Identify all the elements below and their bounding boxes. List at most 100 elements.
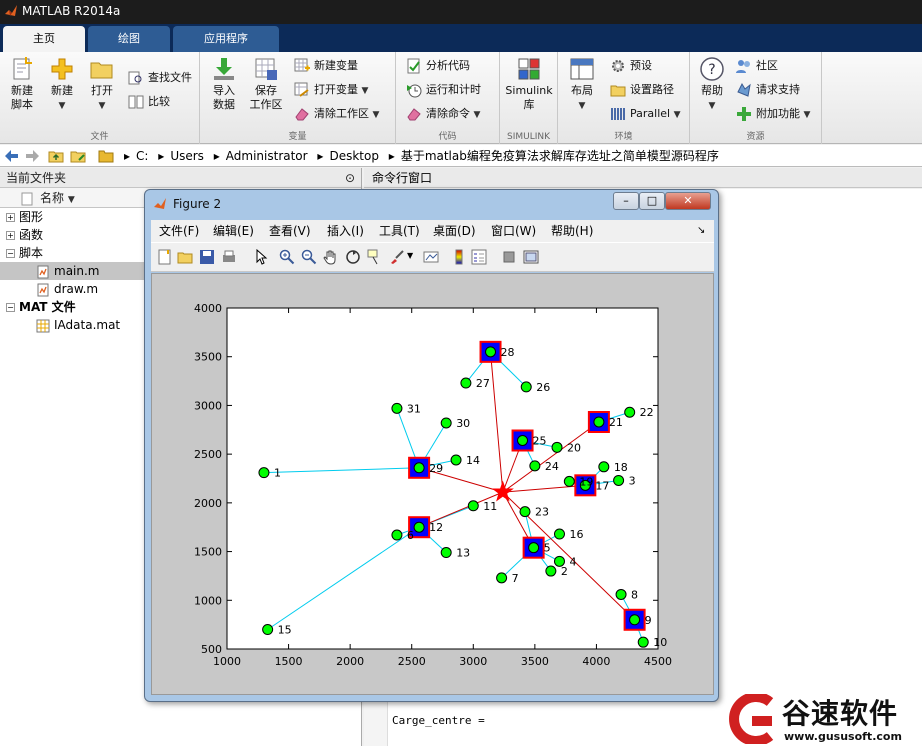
colorbar-icon[interactable] <box>451 249 467 265</box>
menu-view[interactable]: 查看(V) <box>269 220 311 242</box>
analyze-code-button[interactable]: 分析代码 <box>406 56 470 76</box>
data-cursor-icon[interactable] <box>367 249 383 265</box>
parallel-button[interactable]: Parallel ▼ <box>610 104 681 124</box>
clear-commands-button[interactable]: 清除命令 ▼ <box>406 104 480 124</box>
tree-item-label: 图形 <box>19 210 44 224</box>
data-point <box>624 406 636 418</box>
y-tick-label: 3000 <box>194 399 222 412</box>
y-tick-label: 3500 <box>194 351 222 364</box>
menu-desktop[interactable]: 桌面(D) <box>433 220 476 242</box>
group-variable: 导入 数据 保存 工作区 新建变量 打开变量 ▼ 清除工作区 ▼ 变量 <box>200 52 396 144</box>
open-button[interactable]: 打开 ▼ <box>86 56 118 113</box>
breadcrumb-segment[interactable]: C: <box>136 149 148 163</box>
save-workspace-button[interactable]: 保存 工作区 <box>246 56 286 112</box>
print-icon[interactable] <box>221 249 237 265</box>
breadcrumb-segment[interactable]: Users <box>170 149 204 163</box>
menu-insert[interactable]: 插入(I) <box>327 220 364 242</box>
breadcrumb-segment[interactable]: 基于matlab编程免疫算法求解库存选址之简单模型源码程序 <box>401 149 719 163</box>
menu-help[interactable]: 帮助(H) <box>551 220 593 242</box>
ribbon-tab-strip: 主页 绘图 应用程序 <box>0 24 922 52</box>
open-file-icon[interactable] <box>177 249 193 265</box>
breadcrumb-segment[interactable]: Administrator <box>226 149 308 163</box>
new-button[interactable]: 新建 ▼ <box>46 56 78 113</box>
menu-tools[interactable]: 工具(T) <box>379 220 420 242</box>
minimize-button[interactable]: – <box>613 192 639 210</box>
menu-file[interactable]: 文件(F) <box>159 220 199 242</box>
browse-folder-icon[interactable] <box>70 148 86 164</box>
find-files-icon <box>128 71 142 85</box>
add-ons-button[interactable]: 附加功能 ▼ <box>736 104 810 124</box>
maximize-button[interactable]: □ <box>639 192 665 210</box>
compare-button[interactable]: 比较 <box>128 92 170 112</box>
tab-home[interactable]: 主页 <box>3 26 85 52</box>
new-variable-button[interactable]: 新建变量 <box>294 56 358 76</box>
point-label: 26 <box>536 381 550 394</box>
pointer-icon[interactable] <box>253 249 269 265</box>
chevron-down-icon: ▼ <box>473 110 481 120</box>
up-folder-icon[interactable] <box>48 148 64 164</box>
menu-edit[interactable]: 编辑(E) <box>213 220 254 242</box>
figure-title-bar[interactable]: Figure 2 – □ ✕ <box>145 190 718 218</box>
zoom-out-icon[interactable] <box>301 249 317 265</box>
rotate-3d-icon[interactable] <box>345 249 361 265</box>
back-arrow-icon[interactable] <box>4 148 20 164</box>
figure-canvas[interactable]: 1000 1500 2000 2500 3000 3500 4000 4500 500 1000 1… <box>151 273 714 695</box>
figure-menu-bar: 文件(F) 编辑(E) 查看(V) 插入(I) 工具(T) 桌面(D) 窗口(W… <box>151 220 714 242</box>
data-point <box>545 565 557 577</box>
y-tick-label: 2000 <box>194 497 222 510</box>
group-simulink-caption: SIMULINK <box>506 132 551 142</box>
address-bar: ▸ C: ▸ Users ▸ Administrator ▸ Desktop ▸ 基于ma… <box>0 145 922 167</box>
import-data-button[interactable]: 导入 数据 <box>204 56 244 112</box>
data-point <box>460 377 472 389</box>
analyze-code-icon <box>407 58 420 74</box>
zoom-in-icon[interactable] <box>279 249 295 265</box>
menu-window[interactable]: 窗口(W) <box>491 220 536 242</box>
watermark: 谷速软件 www.gususoft.com <box>722 690 922 746</box>
layout-button[interactable]: 布局 ▼ <box>564 56 600 113</box>
expand-icon[interactable]: + <box>6 213 15 222</box>
collapse-icon[interactable]: − <box>6 303 15 312</box>
help-button[interactable]: ? 帮助 ▼ <box>696 56 728 113</box>
scatter-plot[interactable]: 1000 1500 2000 2500 3000 3500 4000 450050010001… <box>152 274 715 696</box>
find-files-button[interactable]: 查找文件 <box>128 68 192 88</box>
set-path-button[interactable]: 设置路径 <box>610 80 674 100</box>
open-variable-button[interactable]: 打开变量 ▼ <box>294 80 368 100</box>
simulink-library-button[interactable]: Simulink 库 <box>503 56 555 112</box>
preferences-button[interactable]: 预设 <box>610 56 652 76</box>
y-tick-label: 4000 <box>194 302 222 315</box>
new-script-button[interactable]: 新建 脚本 <box>4 56 40 112</box>
save-workspace-icon <box>255 58 277 80</box>
collapse-icon[interactable]: − <box>6 249 15 258</box>
breadcrumb-segment[interactable]: Desktop <box>329 149 379 163</box>
import-icon <box>214 58 234 80</box>
tab-apps[interactable]: 应用程序 <box>173 26 279 52</box>
menu-dock-icon[interactable]: ↘ <box>697 220 705 242</box>
close-button[interactable]: ✕ <box>665 192 711 210</box>
link-plot-icon[interactable] <box>423 249 439 265</box>
figure-window[interactable]: Figure 2 – □ ✕ 文件(F) 编辑(E) 查看(V) 插入(I) 工… <box>144 189 719 702</box>
brush-icon[interactable] <box>389 249 405 265</box>
community-button[interactable]: 社区 <box>736 56 778 76</box>
point-label: 14 <box>466 454 480 467</box>
point-label: 21 <box>609 416 623 429</box>
forward-arrow-icon[interactable] <box>24 148 40 164</box>
panel-options-icon[interactable]: ⊙ <box>345 168 355 188</box>
legend-icon[interactable] <box>471 249 487 265</box>
clear-workspace-button[interactable]: 清除工作区 ▼ <box>294 104 379 124</box>
point-label: 22 <box>640 406 654 419</box>
data-point <box>629 614 641 626</box>
group-code: 分析代码 运行和计时 清除命令 ▼ 代码 <box>396 52 500 144</box>
run-and-time-button[interactable]: 运行和计时 <box>406 80 481 100</box>
tab-plots[interactable]: 绘图 <box>88 26 170 52</box>
save-icon[interactable] <box>199 249 215 265</box>
point-label: 6 <box>407 529 414 542</box>
pan-hand-icon[interactable] <box>323 249 339 265</box>
tree-item-label: 脚本 <box>19 246 44 260</box>
show-tools-icon[interactable] <box>523 249 539 265</box>
hide-tools-icon[interactable] <box>501 249 517 265</box>
request-support-button[interactable]: 请求支持 <box>736 80 800 100</box>
chevron-down-icon[interactable]: ▼ <box>407 251 413 260</box>
expand-icon[interactable]: + <box>6 231 15 240</box>
new-variable-icon <box>294 58 310 72</box>
new-figure-icon[interactable] <box>157 249 173 265</box>
